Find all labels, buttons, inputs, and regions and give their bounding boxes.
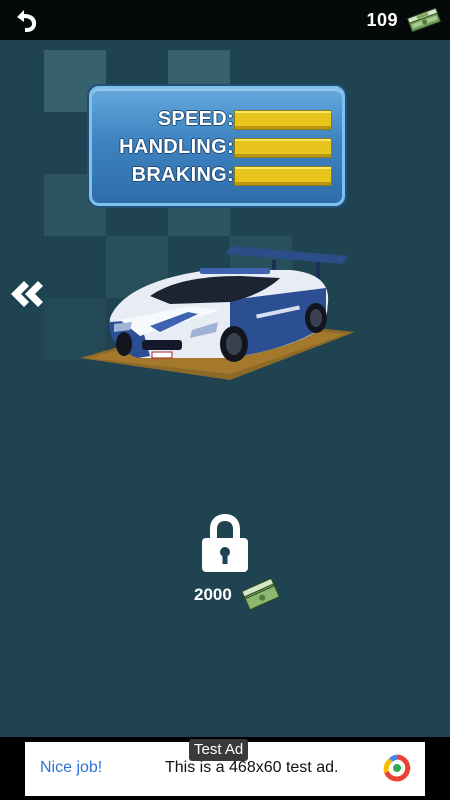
cash-stack-icon (241, 578, 280, 611)
stat-row-speed: SPEED: (92, 106, 342, 134)
ad-nice-job[interactable]: Nice job! (40, 759, 102, 777)
test-ad-badge: Test Ad (189, 739, 249, 761)
car-stats-panel: SPEED: HANDLING: BRAKING: (89, 86, 345, 206)
speed-label: SPEED: (157, 108, 234, 130)
ad-logo-icon (383, 754, 411, 782)
handling-bar (234, 138, 332, 158)
coin-balance-value: 109 (366, 9, 398, 30)
stat-row-braking: BRAKING: (92, 162, 342, 190)
undo-arrow-icon[interactable] (10, 6, 42, 34)
police-sports-car (80, 246, 355, 380)
coin-balance: 109 (366, 2, 444, 38)
padlock-icon (202, 514, 248, 572)
price-value: 2000 (194, 585, 232, 604)
speed-bar (234, 110, 332, 130)
braking-label: BRAKING: (131, 164, 234, 186)
handling-label: HANDLING: (119, 136, 234, 158)
cash-stack-icon (406, 7, 442, 33)
double-chevron-left-icon[interactable] (6, 278, 46, 310)
braking-bar (234, 166, 332, 186)
top-bar: 109 (0, 0, 450, 40)
stat-row-handling: HANDLING: (92, 134, 342, 162)
ad-text: This is a 468x60 test ad. (165, 759, 339, 776)
unlock-price[interactable]: 2000 (194, 578, 282, 612)
